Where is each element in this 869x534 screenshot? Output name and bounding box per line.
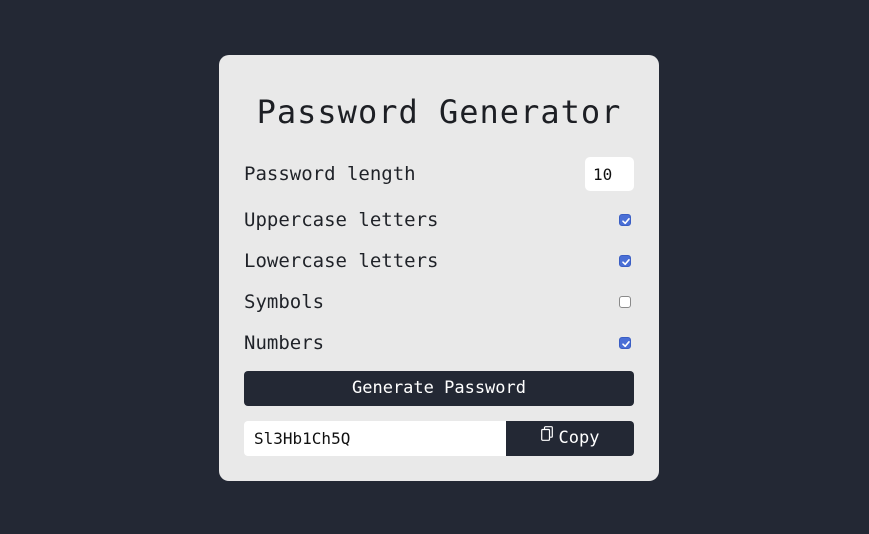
- option-row-lowercase: Lowercase letters: [244, 245, 634, 277]
- clipboard-icon: [540, 419, 553, 454]
- password-length-row: Password length: [244, 157, 634, 191]
- checkmark-icon: [622, 341, 630, 348]
- password-length-label: Password length: [244, 163, 416, 185]
- password-length-input[interactable]: [585, 157, 634, 191]
- password-generator-card: Password Generator Password length Upper…: [219, 55, 659, 481]
- option-label-numbers: Numbers: [244, 332, 325, 354]
- uppercase-checkbox[interactable]: [619, 214, 631, 226]
- option-row-symbols: Symbols: [244, 286, 634, 318]
- checkmark-icon: [622, 259, 630, 266]
- generate-password-button[interactable]: Generate Password: [244, 371, 634, 406]
- option-label-symbols: Symbols: [244, 291, 325, 313]
- checkmark-icon: [622, 218, 630, 225]
- option-row-uppercase: Uppercase letters: [244, 204, 634, 236]
- copy-button-label: Copy: [558, 428, 600, 448]
- output-row: Sl3Hb1Ch5Q Copy: [244, 421, 634, 456]
- page-title: Password Generator: [256, 93, 622, 131]
- symbols-checkbox[interactable]: [619, 296, 631, 308]
- numbers-checkbox[interactable]: [619, 337, 631, 349]
- option-label-uppercase: Uppercase letters: [244, 209, 439, 231]
- lowercase-checkbox[interactable]: [619, 255, 631, 267]
- option-label-lowercase: Lowercase letters: [244, 250, 439, 272]
- generated-password-field[interactable]: Sl3Hb1Ch5Q: [244, 421, 506, 456]
- option-row-numbers: Numbers: [244, 327, 634, 359]
- copy-button[interactable]: Copy: [506, 421, 634, 456]
